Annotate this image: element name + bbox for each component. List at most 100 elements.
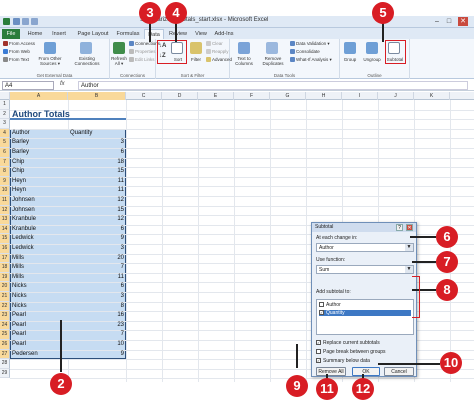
cell-author[interactable]: Nicks bbox=[10, 302, 68, 312]
tab-add-ins[interactable]: Add-Ins bbox=[212, 29, 236, 39]
row-header[interactable]: 3 bbox=[0, 119, 10, 129]
save-icon[interactable] bbox=[13, 18, 20, 25]
cell-quantity[interactable]: 7 bbox=[68, 263, 126, 273]
cell-quantity[interactable]: 6 bbox=[68, 282, 126, 292]
cell-quantity[interactable]: 18 bbox=[68, 158, 126, 168]
row-header[interactable]: 27 bbox=[0, 349, 10, 360]
page-break-option[interactable]: Page break between groups bbox=[316, 349, 386, 355]
cell-quantity[interactable]: 9 bbox=[68, 234, 126, 244]
filter-button[interactable]: Filter bbox=[188, 57, 204, 62]
remove-duplicates-button[interactable]: Remove Duplicates bbox=[258, 56, 288, 66]
row-header[interactable]: 20 bbox=[0, 282, 10, 292]
cell-quantity[interactable]: 12 bbox=[68, 215, 126, 225]
row-header[interactable]: 29 bbox=[0, 368, 10, 379]
row-header[interactable]: 14 bbox=[0, 224, 10, 235]
cell-author[interactable]: Mills bbox=[10, 254, 68, 264]
cell-author[interactable]: Heyn bbox=[10, 177, 68, 187]
ok-button[interactable]: OK bbox=[352, 367, 380, 376]
fx-icon[interactable]: fx bbox=[60, 81, 65, 87]
cell-author[interactable]: Mills bbox=[10, 273, 68, 283]
cell-quantity[interactable]: 9 bbox=[68, 350, 126, 360]
cell-quantity[interactable]: 15 bbox=[68, 167, 126, 177]
cell-author[interactable]: Ledwick bbox=[10, 244, 68, 254]
checkbox-icon[interactable] bbox=[319, 302, 324, 308]
tab-insert[interactable]: Insert bbox=[48, 29, 70, 39]
existing-connections-button[interactable]: Existing Connections bbox=[70, 56, 104, 66]
group-button[interactable]: Group bbox=[340, 57, 360, 62]
cell-quantity[interactable]: 3 bbox=[68, 244, 126, 254]
row-header[interactable]: 2 bbox=[0, 109, 10, 120]
advanced-button[interactable]: Advanced bbox=[206, 57, 232, 63]
tab-home[interactable]: Home bbox=[24, 29, 46, 39]
refresh-all-button[interactable]: Refresh All ▾ bbox=[110, 56, 128, 66]
list-item[interactable]: ✓ Quantity bbox=[319, 310, 411, 316]
row-header[interactable]: 5 bbox=[0, 138, 10, 148]
reapply-button[interactable]: Reapply bbox=[206, 49, 229, 55]
row-header[interactable]: 17 bbox=[0, 253, 10, 264]
checkbox-checked-icon[interactable]: ✓ bbox=[316, 340, 321, 346]
row-header[interactable]: 8 bbox=[0, 167, 10, 177]
redo-icon[interactable] bbox=[31, 18, 38, 25]
checkbox-checked-icon[interactable]: ✓ bbox=[316, 358, 321, 364]
undo-icon[interactable] bbox=[22, 18, 29, 25]
from-text-button[interactable]: From Text bbox=[3, 57, 29, 63]
row-header[interactable]: 13 bbox=[0, 215, 10, 225]
row-header[interactable]: 24 bbox=[0, 320, 10, 331]
cell-quantity[interactable]: 16 bbox=[68, 311, 126, 321]
row-header[interactable]: 4 bbox=[0, 128, 10, 139]
header-cell-quantity[interactable]: Quantity bbox=[68, 129, 126, 139]
cell-quantity[interactable]: 11 bbox=[68, 186, 126, 196]
row-header[interactable]: 6 bbox=[0, 148, 10, 158]
row-header[interactable]: 23 bbox=[0, 311, 10, 321]
edit-links-button[interactable]: Edit Links bbox=[129, 57, 155, 63]
column-header[interactable]: A bbox=[10, 92, 68, 100]
help-button[interactable]: ? bbox=[396, 224, 403, 231]
consolidate-button[interactable]: Consolidate bbox=[290, 49, 320, 55]
cell-quantity[interactable]: 3 bbox=[68, 138, 126, 148]
column-header[interactable]: I bbox=[342, 92, 378, 100]
text-to-columns-button[interactable]: Text to Columns bbox=[230, 56, 258, 66]
column-header[interactable]: E bbox=[198, 92, 234, 100]
row-header[interactable]: 25 bbox=[0, 330, 10, 340]
column-header[interactable]: C bbox=[126, 92, 162, 100]
tab-review[interactable]: Review bbox=[166, 29, 190, 39]
column-header[interactable]: K bbox=[414, 92, 450, 100]
cell-quantity[interactable]: 3 bbox=[68, 292, 126, 302]
tab-formulas[interactable]: Formulas bbox=[114, 29, 142, 39]
row-header[interactable]: 21 bbox=[0, 292, 10, 302]
row-header[interactable]: 9 bbox=[0, 176, 10, 187]
row-header[interactable]: 15 bbox=[0, 234, 10, 244]
cell-quantity[interactable]: 12 bbox=[68, 196, 126, 206]
maximize-button[interactable]: □ bbox=[444, 17, 454, 26]
row-header[interactable]: 19 bbox=[0, 272, 10, 283]
row-header[interactable]: 22 bbox=[0, 301, 10, 312]
row-header[interactable]: 16 bbox=[0, 244, 10, 254]
cell-quantity[interactable]: 11 bbox=[68, 177, 126, 187]
row-header[interactable]: 28 bbox=[0, 359, 10, 369]
column-header[interactable]: B bbox=[68, 92, 126, 100]
tab-data[interactable]: Data bbox=[144, 29, 164, 39]
cell-quantity[interactable]: 23 bbox=[68, 321, 126, 331]
cell-author[interactable]: Barley bbox=[10, 138, 68, 148]
header-cell-author[interactable]: Author bbox=[10, 129, 68, 139]
column-header[interactable]: G bbox=[270, 92, 306, 100]
checkbox-icon[interactable] bbox=[316, 349, 321, 355]
from-access-button[interactable]: From Access bbox=[3, 41, 35, 47]
cell-author[interactable]: Ledwick bbox=[10, 234, 68, 244]
cell-author[interactable]: Nicks bbox=[10, 282, 68, 292]
cell-quantity[interactable]: 8 bbox=[68, 302, 126, 312]
replace-subtotals-option[interactable]: ✓ Replace current subtotals bbox=[316, 340, 380, 346]
row-header[interactable]: 26 bbox=[0, 340, 10, 350]
row-header[interactable]: 12 bbox=[0, 205, 10, 216]
close-button[interactable]: ✕ bbox=[458, 17, 468, 26]
cell-author[interactable]: Kranbule bbox=[10, 215, 68, 225]
dialog-close-button[interactable]: ✕ bbox=[406, 224, 413, 231]
name-box[interactable]: A4 bbox=[2, 81, 54, 90]
column-header[interactable]: D bbox=[162, 92, 198, 100]
tab-page-layout[interactable]: Page Layout bbox=[74, 29, 112, 39]
row-header[interactable]: 7 bbox=[0, 157, 10, 168]
cell-author[interactable]: Heyn bbox=[10, 186, 68, 196]
tab-view[interactable]: View bbox=[192, 29, 210, 39]
row-header[interactable]: 1 bbox=[0, 100, 10, 110]
properties-button[interactable]: Properties bbox=[129, 49, 156, 55]
